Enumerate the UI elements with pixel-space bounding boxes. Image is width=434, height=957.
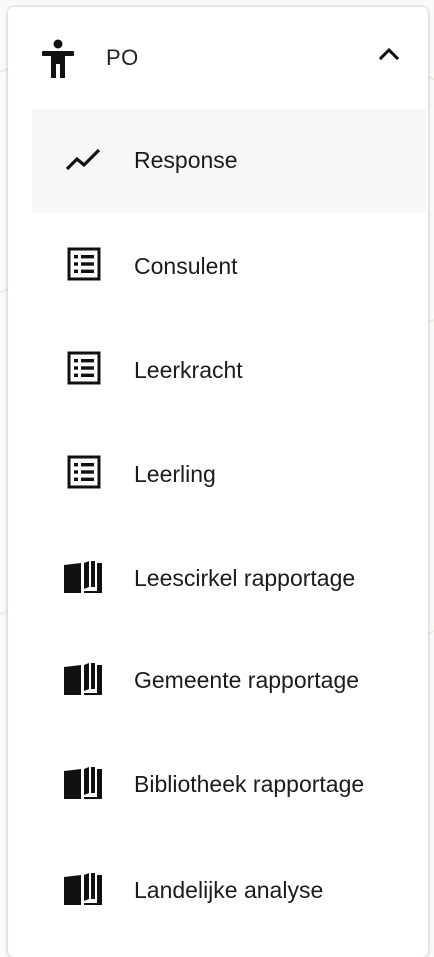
menu-item-label: Landelijke analyse xyxy=(134,877,324,903)
menu-item-label: Leescirkel rapportage xyxy=(134,565,356,591)
group-label: PO xyxy=(106,45,139,70)
menu-item-landelijke-analyse[interactable]: Landelijke analyse xyxy=(32,837,426,941)
menu-item-leerling[interactable]: Leerling xyxy=(32,421,426,525)
chevron-up-icon[interactable] xyxy=(378,45,400,61)
menu-item-label: Consulent xyxy=(134,253,238,279)
group-header-po[interactable]: PO xyxy=(8,7,428,107)
accessibility-person-icon xyxy=(42,39,74,78)
menu-item-label: Response xyxy=(134,147,238,173)
list-document-icon xyxy=(67,455,101,489)
menu-item-leerkracht[interactable]: Leerkracht xyxy=(32,317,426,421)
menu-item-consulent[interactable]: Consulent xyxy=(32,213,426,317)
open-book-icon xyxy=(64,663,102,695)
trending-line-icon xyxy=(65,148,101,171)
open-book-icon xyxy=(64,561,102,593)
menu-item-label: Leerkracht xyxy=(134,357,243,383)
menu-item-response[interactable]: Response xyxy=(32,109,426,213)
menu-item-label: Gemeente rapportage xyxy=(134,667,360,693)
menu-item-label: Bibliotheek rapportage xyxy=(134,771,365,797)
open-book-icon xyxy=(64,873,102,905)
list-document-icon xyxy=(67,247,101,281)
menu-item-label: Leerling xyxy=(134,461,216,487)
navigation-panel: PO Response Consulent Leerkracht Leerlin… xyxy=(8,7,428,957)
menu-item-leescirkel-rapportage[interactable]: Leescirkel rapportage xyxy=(32,525,426,629)
list-document-icon xyxy=(67,351,101,385)
menu-item-gemeente-rapportage[interactable]: Gemeente rapportage xyxy=(32,629,426,733)
menu-item-bibliotheek-rapportage[interactable]: Bibliotheek rapportage xyxy=(32,733,426,837)
open-book-icon xyxy=(64,767,102,799)
